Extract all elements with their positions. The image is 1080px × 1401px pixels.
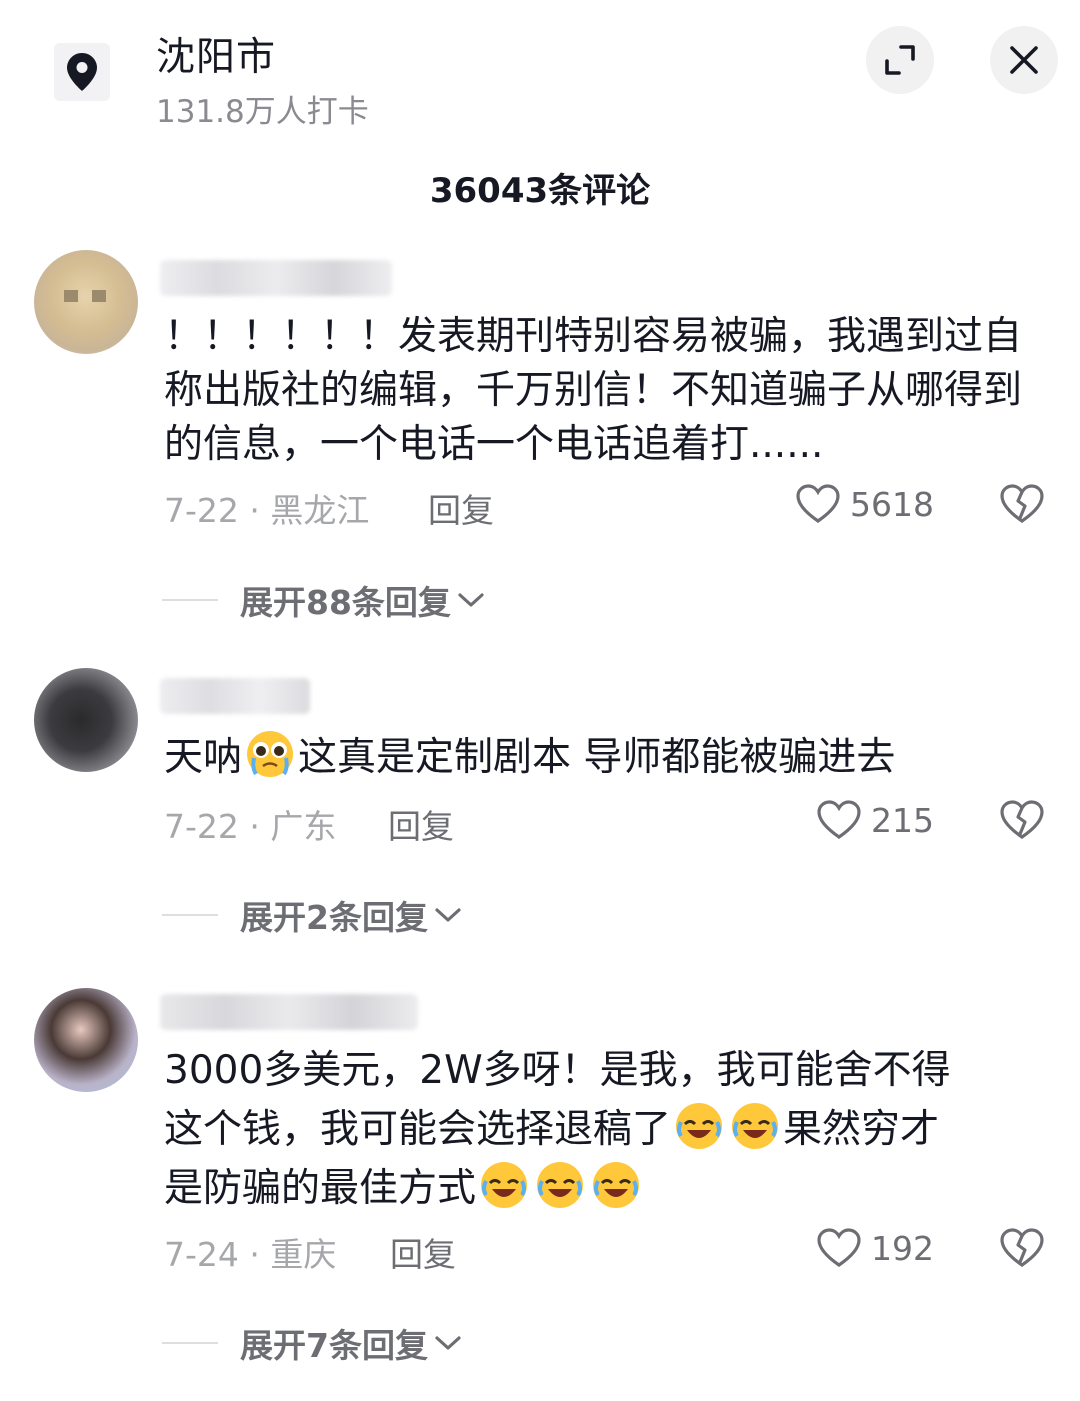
expand-replies-button[interactable]: 展开2条回复	[162, 895, 462, 937]
divider-line	[162, 1342, 218, 1344]
rofl-emoji	[481, 1162, 528, 1208]
location-icon-box[interactable]	[54, 43, 110, 101]
comment-text: ！！！！！！发表期刊特别容易被骗，我遇到过自称出版社的编辑，千万别信！不知道骗子…	[164, 314, 1023, 467]
rofl-emoji	[593, 1162, 640, 1208]
comment-text: 3000多美元，2W多呀！是我，我可能舍不得 这个钱，我可能会选择退稿了 果然穷才…	[164, 1042, 1034, 1218]
comment-text: 天呐 这真是定制剧本 导师都能被骗进去	[164, 728, 1034, 785]
checkin-count: 131.8万人打卡	[156, 94, 369, 130]
chevron-down-icon	[434, 905, 462, 925]
comment-meta: 7-22 · 广东 回复 215	[164, 800, 1044, 846]
expand-replies-label: 展开7条回复	[240, 1326, 428, 1365]
broken-heart-icon	[1000, 800, 1044, 839]
heart-icon	[817, 1228, 861, 1267]
username-blurred[interactable]	[160, 678, 310, 714]
location-title[interactable]: 沈阳市	[156, 26, 276, 82]
username-blurred[interactable]	[160, 994, 418, 1030]
divider-line	[162, 599, 218, 601]
dislike-button[interactable]	[1000, 1228, 1044, 1276]
dislike-button[interactable]	[1000, 484, 1044, 532]
reply-button[interactable]: 回复	[428, 484, 494, 532]
avatar[interactable]	[34, 668, 138, 772]
broken-heart-icon	[1000, 1228, 1044, 1267]
avatar[interactable]	[34, 988, 138, 1092]
broken-heart-icon	[1000, 484, 1044, 523]
heart-icon	[817, 800, 861, 839]
expand-replies-label: 展开2条回复	[240, 898, 428, 937]
reply-button[interactable]: 回复	[390, 1228, 456, 1276]
close-icon	[1010, 46, 1038, 74]
username-blurred[interactable]	[160, 260, 392, 296]
comment-text-part: 是防骗的最佳方式	[164, 1166, 477, 1211]
expand-replies-label: 展开88条回复	[240, 583, 451, 622]
comment-text-line: 这个钱，我可能会选择退稿了 果然穷才	[164, 1100, 1034, 1159]
heart-icon	[796, 484, 840, 523]
pleading-cry-emoji	[247, 731, 294, 777]
rofl-emoji	[676, 1103, 723, 1149]
comment-date-region: 7-24 · 重庆	[164, 1235, 337, 1274]
like-count: 5618	[850, 484, 934, 524]
comment-meta: 7-22 · 黑龙江 回复 5618	[164, 484, 1044, 530]
comment-text-line: 3000多美元，2W多呀！是我，我可能舍不得	[164, 1048, 951, 1093]
chevron-down-icon	[457, 590, 485, 610]
reply-button[interactable]: 回复	[388, 800, 454, 848]
like-count: 215	[871, 800, 934, 840]
like-button[interactable]: 5618	[796, 484, 934, 524]
like-button[interactable]: 215	[817, 800, 934, 840]
comment-text-part: 这个钱，我可能会选择退稿了	[164, 1107, 672, 1152]
comment-text-part: 果然穷才	[783, 1107, 940, 1152]
like-button[interactable]: 192	[817, 1228, 934, 1268]
expand-replies-button[interactable]: 展开7条回复	[162, 1323, 462, 1365]
comment-meta: 7-24 · 重庆 回复 192	[164, 1228, 1044, 1274]
expand-icon	[885, 45, 915, 75]
comment-date-region: 7-22 · 黑龙江	[164, 491, 370, 530]
rofl-emoji	[732, 1103, 779, 1149]
expand-replies-button[interactable]: 展开88条回复	[162, 580, 485, 622]
close-button[interactable]	[990, 26, 1058, 94]
avatar[interactable]	[34, 250, 138, 354]
like-count: 192	[871, 1228, 934, 1268]
expand-button[interactable]	[866, 26, 934, 94]
comment-text-line: 是防骗的最佳方式	[164, 1159, 1034, 1218]
comment-text-part: 天呐	[164, 735, 243, 780]
rofl-emoji	[537, 1162, 584, 1208]
comment-date-region: 7-22 · 广东	[164, 807, 337, 846]
chevron-down-icon	[434, 1333, 462, 1353]
location-pin-icon	[67, 53, 97, 91]
dislike-button[interactable]	[1000, 800, 1044, 848]
comment-count-title: 36043条评论	[429, 171, 651, 211]
divider-line	[162, 914, 218, 916]
comment-text-part: 这真是定制剧本 导师都能被骗进去	[298, 735, 896, 780]
